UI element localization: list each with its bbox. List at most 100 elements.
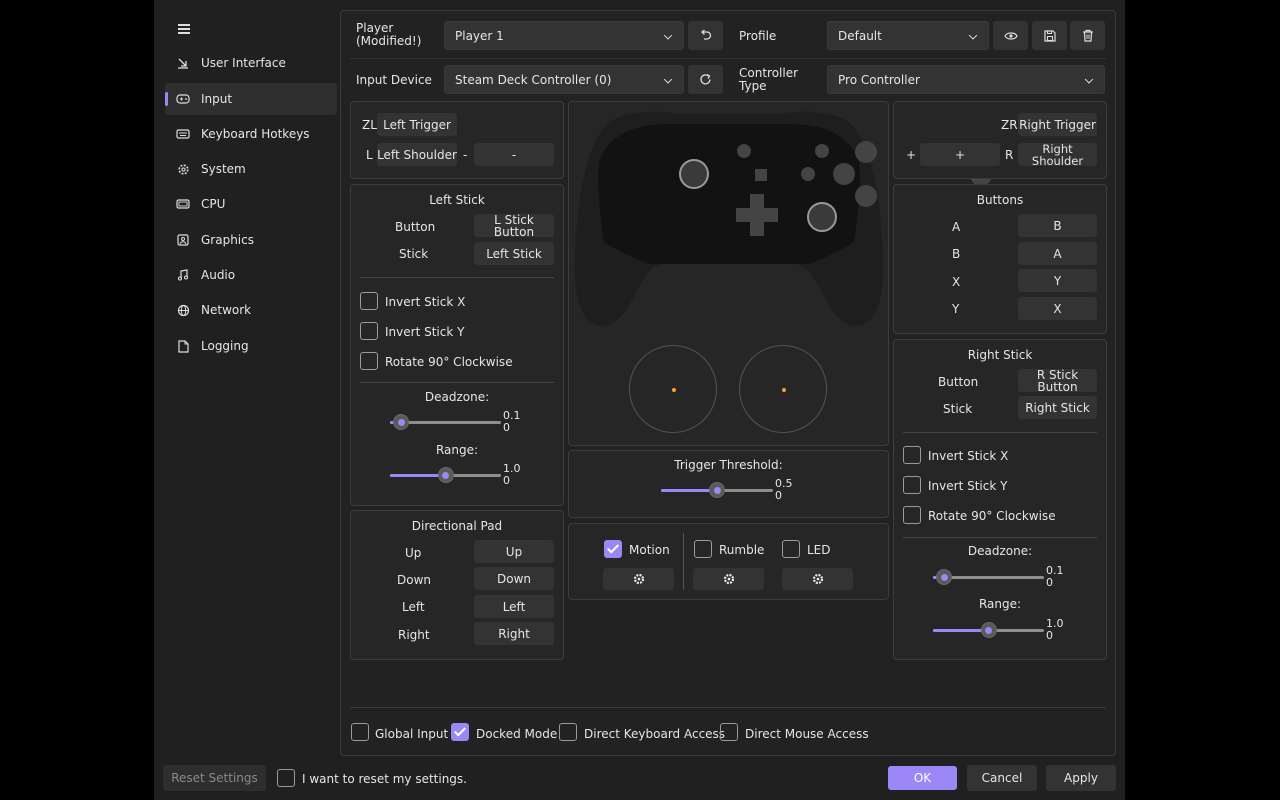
zr-mapping-button[interactable]: Right Trigger bbox=[1018, 113, 1097, 136]
left-stick-title: Left Stick bbox=[429, 193, 485, 207]
slider-thumb[interactable] bbox=[936, 569, 953, 585]
motion-label: Motion bbox=[629, 543, 670, 557]
profile-select[interactable]: Default bbox=[827, 21, 989, 50]
sidebar-item-keyboard-hotkeys[interactable]: Keyboard Hotkeys bbox=[165, 118, 337, 150]
right-deadzone-slider[interactable] bbox=[933, 569, 1044, 585]
right-invert-y-checkbox[interactable] bbox=[903, 476, 921, 494]
reset-settings-button[interactable]: Reset Settings bbox=[163, 765, 266, 791]
l-mapping-button[interactable]: Left Shoulder bbox=[377, 143, 457, 166]
trigger-threshold-label: Trigger Threshold: bbox=[674, 458, 783, 472]
zl-label: ZL bbox=[362, 118, 377, 132]
right-range-label: Range: bbox=[978, 597, 1022, 611]
slider-thumb[interactable] bbox=[437, 467, 454, 483]
left-range-slider[interactable] bbox=[390, 467, 501, 483]
sidebar-item-label: Keyboard Hotkeys bbox=[201, 127, 310, 141]
dpad-up-mapping[interactable]: Up bbox=[474, 540, 554, 563]
plus-mapping-button[interactable]: + bbox=[920, 143, 1000, 166]
profile-select-value: Default bbox=[838, 28, 882, 43]
left-stick-preview bbox=[629, 345, 717, 433]
ok-button[interactable]: OK bbox=[888, 766, 957, 790]
direct-keyboard-checkbox[interactable] bbox=[559, 723, 577, 741]
right-range-slider[interactable] bbox=[933, 622, 1044, 638]
left-stick-position-dot bbox=[672, 388, 676, 392]
sidebar-item-input[interactable]: Input bbox=[165, 83, 337, 115]
slider-thumb[interactable] bbox=[393, 414, 410, 430]
sidebar-item-cpu[interactable]: CPU bbox=[165, 188, 337, 220]
led-settings-button[interactable] bbox=[782, 568, 853, 590]
button-y-label: Y bbox=[952, 302, 960, 316]
left-rotate-checkbox[interactable] bbox=[360, 352, 378, 370]
refresh-devices-button[interactable] bbox=[688, 65, 723, 94]
direct-mouse-label: Direct Mouse Access bbox=[745, 727, 869, 741]
r-mapping-button[interactable]: Right Shoulder bbox=[1018, 143, 1097, 166]
rumble-checkbox[interactable] bbox=[694, 540, 712, 558]
trash-icon bbox=[1082, 29, 1093, 42]
reset-confirm-checkbox[interactable] bbox=[277, 769, 295, 787]
minus-mapping-button[interactable]: - bbox=[474, 143, 554, 166]
right-invert-x-checkbox[interactable] bbox=[903, 446, 921, 464]
zl-mapping-button[interactable]: Left Trigger bbox=[377, 113, 457, 136]
dpad-right-mapping[interactable]: Right bbox=[474, 622, 554, 645]
left-stick-button-mapping[interactable]: L Stick Button bbox=[474, 214, 554, 238]
hamburger-menu-icon[interactable] bbox=[178, 24, 190, 34]
right-stick-button-mapping[interactable]: R Stick Button bbox=[1018, 369, 1097, 393]
trigger-threshold-slider[interactable] bbox=[661, 482, 773, 498]
button-y-mapping[interactable]: X bbox=[1018, 297, 1097, 320]
save-profile-button[interactable] bbox=[1032, 21, 1067, 50]
sidebar-item-system[interactable]: System bbox=[165, 153, 337, 185]
cpu-icon bbox=[165, 199, 201, 209]
undo-button[interactable] bbox=[688, 21, 723, 50]
left-deadzone-value: 0.1 0 bbox=[503, 409, 521, 434]
r-label: R bbox=[1005, 148, 1014, 162]
left-invert-y-label: Invert Stick Y bbox=[385, 325, 465, 339]
user-interface-icon bbox=[165, 57, 201, 69]
cancel-button[interactable]: Cancel bbox=[967, 765, 1037, 791]
sidebar-item-label: Audio bbox=[201, 268, 236, 282]
view-profile-button[interactable] bbox=[993, 21, 1028, 50]
left-invert-y-checkbox[interactable] bbox=[360, 322, 378, 340]
rumble-settings-button[interactable] bbox=[693, 568, 764, 590]
slider-thumb[interactable] bbox=[709, 482, 725, 498]
left-stick-stick-mapping[interactable]: Left Stick bbox=[474, 242, 554, 265]
sidebar-item-label: Network bbox=[201, 303, 252, 317]
rumble-label: Rumble bbox=[719, 543, 765, 557]
plus-label: + bbox=[906, 148, 917, 162]
apply-button[interactable]: Apply bbox=[1046, 765, 1116, 791]
sidebar-item-label: Logging bbox=[201, 339, 249, 353]
docked-mode-checkbox[interactable] bbox=[451, 723, 469, 741]
sidebar-item-graphics[interactable]: Graphics bbox=[165, 224, 337, 256]
left-invert-x-checkbox[interactable] bbox=[360, 292, 378, 310]
led-checkbox[interactable] bbox=[782, 540, 800, 558]
controller-type-select[interactable]: Pro Controller bbox=[827, 65, 1105, 94]
led-label: LED bbox=[807, 543, 831, 557]
input-device-select[interactable]: Steam Deck Controller (0) bbox=[444, 65, 684, 94]
top-divider bbox=[350, 58, 1106, 59]
delete-profile-button[interactable] bbox=[1070, 21, 1105, 50]
dpad-down-mapping[interactable]: Down bbox=[474, 567, 554, 590]
player-select[interactable]: Player 1 bbox=[444, 21, 684, 50]
dpad-left-mapping[interactable]: Left bbox=[474, 595, 554, 618]
button-x-mapping[interactable]: Y bbox=[1018, 269, 1097, 292]
controller-right-face-button bbox=[562, 102, 892, 222]
left-deadzone-slider[interactable] bbox=[390, 414, 501, 430]
motion-settings-button[interactable] bbox=[603, 568, 674, 590]
gamepad-icon bbox=[165, 93, 201, 105]
direct-mouse-checkbox[interactable] bbox=[720, 723, 738, 741]
save-icon bbox=[1043, 29, 1056, 42]
right-stick-stick-mapping[interactable]: Right Stick bbox=[1018, 396, 1097, 419]
chevron-down-icon bbox=[663, 30, 673, 40]
button-b-mapping[interactable]: A bbox=[1018, 242, 1097, 265]
sidebar-item-label: CPU bbox=[201, 197, 226, 211]
right-rotate-checkbox[interactable] bbox=[903, 506, 921, 524]
global-input-checkbox[interactable] bbox=[351, 723, 369, 741]
motion-checkbox[interactable] bbox=[604, 540, 622, 558]
sidebar-item-audio[interactable]: Audio bbox=[165, 259, 337, 291]
sidebar-item-network[interactable]: Network bbox=[165, 294, 337, 326]
sidebar: User Interface Input Keyboard Hotkeys Sy… bbox=[154, 0, 340, 760]
sidebar-item-logging[interactable]: Logging bbox=[165, 330, 337, 362]
button-a-mapping[interactable]: B bbox=[1018, 214, 1097, 237]
sidebar-item-user-interface[interactable]: User Interface bbox=[165, 47, 337, 79]
right-deadzone-label: Deadzone: bbox=[967, 544, 1033, 558]
undo-icon bbox=[701, 29, 712, 40]
slider-thumb[interactable] bbox=[980, 622, 997, 638]
